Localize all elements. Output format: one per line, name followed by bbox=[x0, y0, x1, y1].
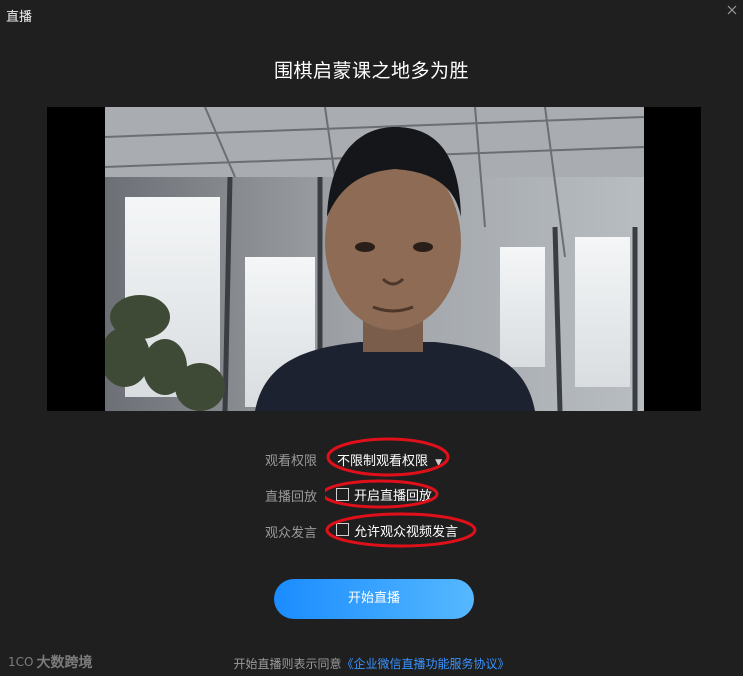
camera-feed bbox=[105, 107, 644, 411]
start-live-button[interactable]: 开始直播 bbox=[274, 579, 474, 619]
view-permission-label: 观看权限 bbox=[265, 454, 318, 469]
audience-speech-option-label[interactable]: 允许观众视频发言 bbox=[354, 521, 458, 540]
watermark-text: 大数跨境 bbox=[36, 655, 93, 671]
title-bar: 直播 bbox=[0, 0, 743, 28]
audience-speech-checkbox[interactable] bbox=[336, 523, 349, 536]
window-title: 直播 bbox=[6, 10, 33, 25]
watermark: 1CO 大数跨境 bbox=[8, 652, 92, 672]
replay-checkbox[interactable] bbox=[336, 488, 349, 501]
replay-label: 直播回放 bbox=[265, 490, 318, 505]
watermark-logo: 1CO bbox=[8, 655, 34, 669]
agreement-text: 开始直播则表示同意 bbox=[233, 657, 342, 671]
view-permission-select[interactable]: 不限制观看权限 ▼ bbox=[337, 450, 442, 469]
close-icon[interactable] bbox=[725, 3, 739, 17]
agreement-link[interactable]: 《企业微信直播功能服务协议》 bbox=[342, 657, 510, 671]
audience-speech-label: 观众发言 bbox=[265, 526, 318, 541]
view-permission-value: 不限制观看权限 bbox=[337, 454, 429, 469]
live-title: 围棋启蒙课之地多为胜 bbox=[273, 60, 469, 82]
replay-option-label[interactable]: 开启直播回放 bbox=[354, 485, 432, 504]
caret-down-icon: ▼ bbox=[435, 458, 443, 468]
camera-preview bbox=[47, 107, 701, 411]
agreement-footer: 开始直播则表示同意《企业微信直播功能服务协议》 bbox=[0, 655, 743, 672]
